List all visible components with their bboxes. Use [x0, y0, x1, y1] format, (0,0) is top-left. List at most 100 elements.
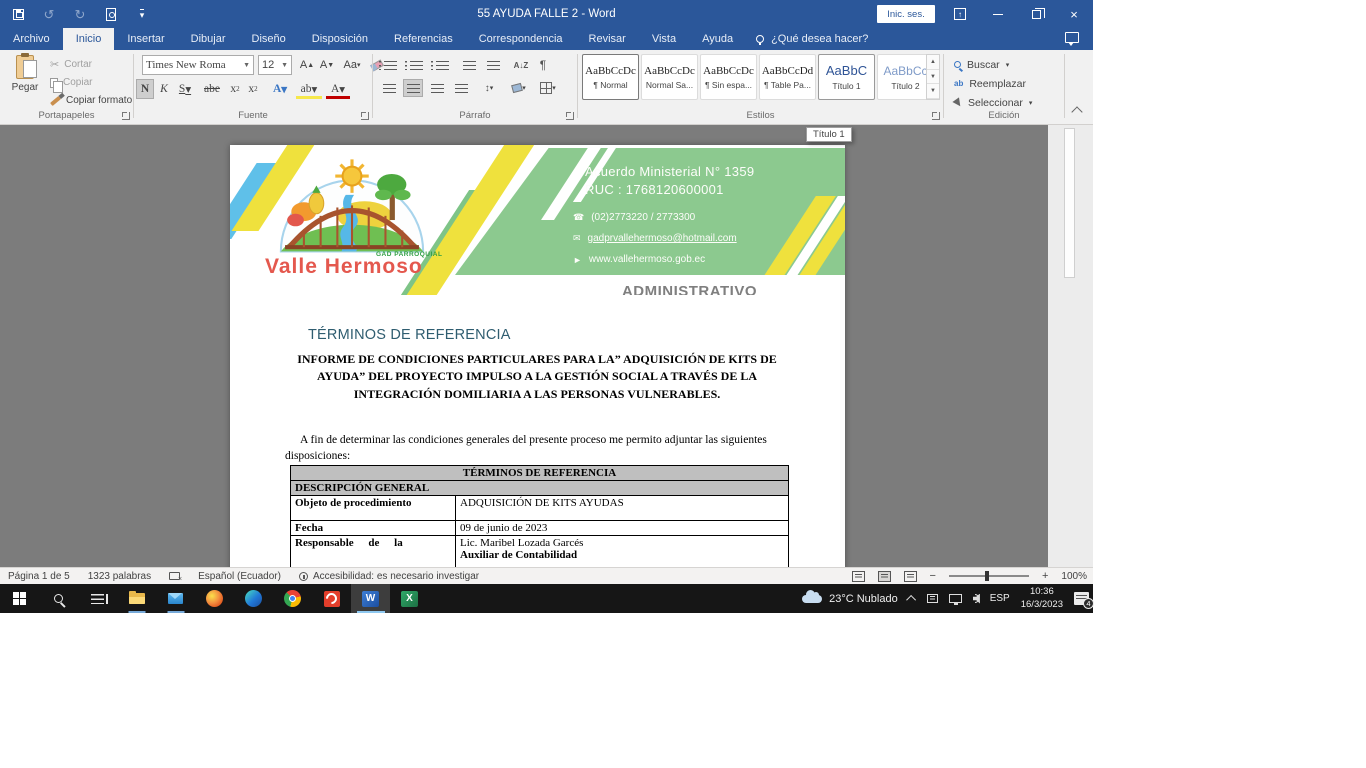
accessibility-status[interactable]: Accesibilidad: es necesario investigar — [299, 571, 479, 582]
shrink-font-button[interactable]: A▼ — [318, 55, 336, 75]
align-right-button[interactable] — [427, 79, 447, 97]
scrollbar-thumb[interactable] — [1064, 128, 1075, 278]
text-effects-button[interactable]: A ▾ — [268, 79, 292, 99]
table-row[interactable]: Responsable de la Lic. Maribel Lozada Ga… — [291, 536, 789, 568]
table-section-cell[interactable]: DESCRIPCIÓN GENERAL — [291, 481, 789, 496]
tray-app-icon[interactable] — [927, 594, 938, 603]
document-subject-paragraph[interactable]: INFORME DE CONDICIONES PARTICULARES PARA… — [296, 351, 778, 403]
mail-button[interactable] — [156, 584, 195, 613]
document-intro-paragraph[interactable]: A fin de determinar las condiciones gene… — [285, 433, 780, 464]
tab-vista[interactable]: Vista — [639, 28, 689, 50]
tab-ayuda[interactable]: Ayuda — [689, 28, 746, 50]
change-case-button[interactable]: Aa ▾ — [340, 55, 364, 75]
taskbar-search-button[interactable] — [39, 584, 78, 613]
zoom-in-button[interactable]: + — [1042, 570, 1048, 582]
hidden-icons-chevron[interactable] — [906, 595, 916, 605]
tab-archivo[interactable]: Archivo — [0, 28, 63, 50]
zoom-slider[interactable] — [949, 575, 1029, 577]
styles-gallery-more[interactable]: ▼ — [927, 84, 939, 99]
table-value-cell[interactable]: Lic. Maribel Lozada Garcés Auxiliar de C… — [456, 536, 789, 568]
tab-referencias[interactable]: Referencias — [381, 28, 466, 50]
word-taskbar-button[interactable]: W — [351, 584, 390, 613]
font-dialog-launcher[interactable] — [361, 112, 369, 120]
align-center-button[interactable] — [403, 79, 423, 97]
task-view-button[interactable] — [78, 584, 117, 613]
ribbon-display-options-button[interactable]: ↑ — [941, 0, 979, 28]
sort-button[interactable]: A↓Z — [511, 56, 531, 74]
tab-correspondencia[interactable]: Correspondencia — [466, 28, 576, 50]
paste-button[interactable]: Pegar — [6, 55, 44, 111]
web-layout-button[interactable] — [904, 571, 917, 582]
proofing-errors-icon[interactable] — [169, 572, 180, 580]
print-layout-button[interactable] — [878, 571, 891, 582]
tab-dibujar[interactable]: Dibujar — [178, 28, 239, 50]
increase-indent-button[interactable] — [483, 56, 503, 74]
shading-button[interactable]: ▾ — [507, 79, 531, 97]
highlight-color-button[interactable]: ab ▾ — [296, 79, 322, 99]
read-mode-button[interactable] — [852, 571, 865, 582]
clipboard-dialog-launcher[interactable] — [122, 112, 130, 120]
underline-button[interactable]: S ▾ — [174, 79, 196, 99]
select-button[interactable]: Seleccionar▾ — [954, 94, 1032, 111]
table-row[interactable]: Fecha 09 de junio de 2023 — [291, 521, 789, 536]
table-row[interactable]: Objeto de procedimiento ADQUISICIÓN DE K… — [291, 496, 789, 521]
superscript-button[interactable]: x2 — [244, 79, 262, 99]
table-value-cell[interactable]: 09 de junio de 2023 — [456, 521, 789, 536]
chrome-button[interactable] — [273, 584, 312, 613]
tab-insertar[interactable]: Insertar — [114, 28, 177, 50]
align-left-button[interactable] — [379, 79, 399, 97]
style-table-paragraph[interactable]: AaBbCcDd ¶ Table Pa... — [759, 54, 816, 100]
language-indicator[interactable]: Español (Ecuador) — [198, 571, 281, 582]
line-spacing-button[interactable]: ↕ ▾ — [477, 79, 501, 97]
excel-taskbar-button[interactable]: X — [390, 584, 429, 613]
tab-inicio[interactable]: Inicio — [63, 28, 115, 50]
start-button[interactable] — [0, 584, 39, 613]
restore-button[interactable] — [1017, 0, 1055, 28]
font-color-button[interactable]: A ▾ — [326, 79, 350, 99]
file-explorer-button[interactable] — [117, 584, 156, 613]
replace-button[interactable]: ab Reemplazar — [954, 75, 1026, 92]
table-label-cell[interactable]: Responsable de la — [291, 536, 456, 568]
numbered-list-button[interactable] — [405, 56, 427, 74]
tab-diseno[interactable]: Diseño — [239, 28, 299, 50]
multilevel-list-button[interactable] — [431, 56, 453, 74]
style-sin-espaciado[interactable]: AaBbCcDc ¶ Sin espa... — [700, 54, 757, 100]
borders-button[interactable]: ▾ — [535, 79, 561, 97]
styles-dialog-launcher[interactable] — [932, 112, 940, 120]
close-button[interactable]: × — [1055, 0, 1093, 28]
format-painter-button[interactable]: Copiar formato — [50, 92, 132, 109]
acrobat-button[interactable] — [312, 584, 351, 613]
document-page[interactable]: Acuerdo Ministerial N° 1359 RUC : 176812… — [230, 145, 845, 567]
justify-button[interactable] — [451, 79, 471, 97]
vertical-scrollbar[interactable] — [1048, 125, 1093, 567]
paragraph-dialog-launcher[interactable] — [566, 112, 574, 120]
clock[interactable]: 10:36 16/3/2023 — [1021, 586, 1063, 611]
grow-font-button[interactable]: A▲ — [298, 55, 316, 75]
style-titulo-1[interactable]: AaBbC Título 1 — [818, 54, 875, 100]
zoom-level[interactable]: 100% — [1061, 571, 1087, 582]
weather-widget[interactable]: 23°C Nublado — [802, 593, 898, 605]
styles-scroll-down[interactable]: ▼ — [927, 70, 939, 85]
comments-icon[interactable] — [1065, 32, 1079, 43]
bold-button[interactable]: N — [136, 79, 154, 99]
find-button[interactable]: Buscar▾ — [954, 56, 1009, 73]
tab-revisar[interactable]: Revisar — [576, 28, 639, 50]
collapse-ribbon-chevron[interactable] — [1071, 106, 1082, 117]
zoom-out-button[interactable]: − — [930, 570, 936, 582]
table-value-cell[interactable]: ADQUISICIÓN DE KITS AYUDAS — [456, 496, 789, 521]
action-center-icon[interactable]: 4 — [1074, 592, 1089, 605]
copy-button[interactable]: Copiar — [50, 74, 92, 91]
italic-button[interactable]: K — [156, 79, 172, 99]
font-name-combo[interactable]: Times New Roma▼ — [142, 55, 254, 75]
minimize-button[interactable] — [979, 0, 1017, 28]
table-label-cell[interactable]: Objeto de procedimiento — [291, 496, 456, 521]
volume-button[interactable] — [973, 594, 979, 604]
document-heading[interactable]: TÉRMINOS DE REFERENCIA — [308, 327, 511, 343]
table-title-cell[interactable]: TÉRMINOS DE REFERENCIA — [291, 466, 789, 481]
firefox-button[interactable] — [195, 584, 234, 613]
cut-button[interactable]: ✂ Cortar — [50, 56, 92, 73]
strikethrough-button[interactable]: abe — [200, 79, 224, 99]
decrease-indent-button[interactable] — [459, 56, 479, 74]
sign-in-button[interactable]: Inic. ses. — [877, 5, 935, 23]
styles-scroll-up[interactable]: ▲ — [927, 55, 939, 70]
